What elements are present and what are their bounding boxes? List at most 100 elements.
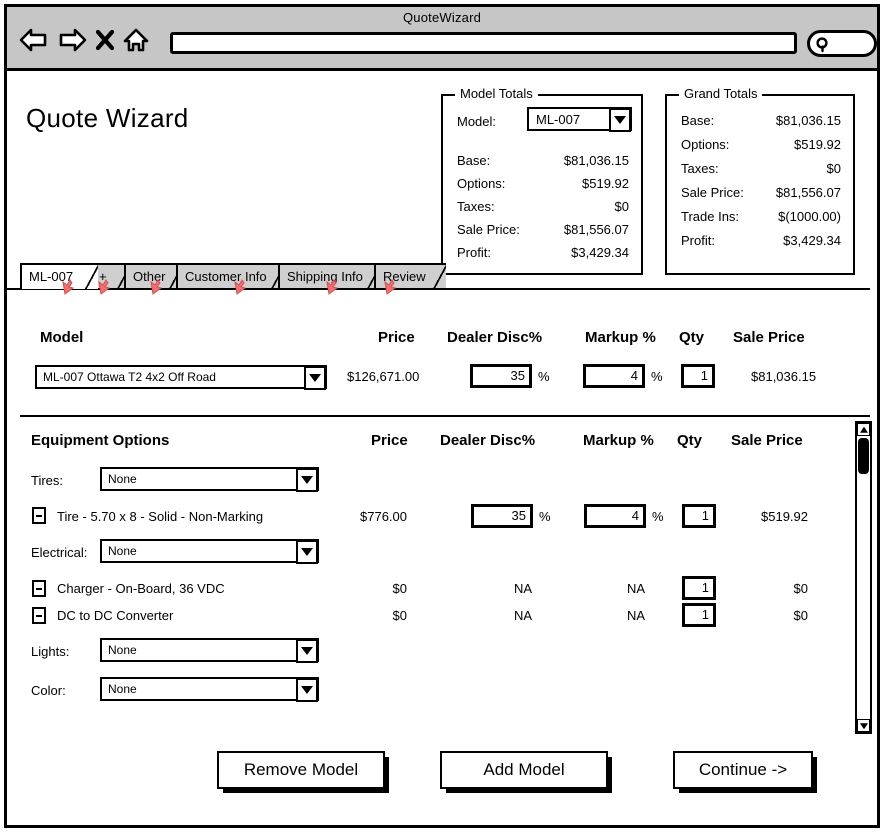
row-value: $3,429.34 — [571, 245, 629, 260]
row-label: Sale Price: — [457, 222, 520, 237]
option-price-charger: $0 — [392, 581, 407, 596]
option-markup-suffix-tire: % — [652, 509, 664, 524]
section-divider — [20, 415, 870, 417]
search-icon — [815, 36, 831, 59]
tab-ml-007[interactable]: ML-007 — [20, 263, 98, 289]
tab-review[interactable]: Review — [374, 263, 446, 289]
option-dealer-disc-suffix-tire: % — [539, 509, 551, 524]
model-select[interactable]: ML-007 — [527, 107, 632, 132]
electrical-select[interactable]: None — [100, 539, 319, 564]
tab-underline — [6, 288, 870, 290]
model-row-qty-input[interactable]: 1 — [681, 364, 715, 388]
options-col-header-markup: Markup % — [583, 432, 654, 449]
model-row-markup-suffix: % — [651, 369, 663, 384]
option-sale-price-dcdc: $0 — [793, 608, 808, 623]
options-scrollbar[interactable] — [855, 421, 872, 734]
row-value: $81,556.07 — [563, 222, 629, 237]
grand-total-row: Sale Price: $81,556.07 — [681, 185, 841, 202]
tab-other[interactable]: Other — [124, 263, 182, 289]
back-arrow-icon[interactable] — [19, 27, 49, 53]
address-bar[interactable] — [170, 32, 797, 54]
option-qty-input-dcdc[interactable]: 1 — [682, 603, 716, 627]
model-row-dealer-disc-input[interactable]: 35 — [470, 364, 532, 388]
grand-totals-panel: Grand Totals Base: $81,036.15 Options: $… — [665, 86, 855, 275]
model-row-price: $126,671.00 — [347, 369, 420, 384]
browser-search-box[interactable] — [807, 30, 877, 57]
grand-total-row: Profit: $3,429.34 — [681, 233, 841, 250]
row-label: Options: — [681, 137, 730, 152]
chevron-down-icon[interactable] — [609, 108, 631, 132]
group-label-electrical: Electrical: — [31, 545, 88, 560]
model-row-dealer-disc-value: 35 — [510, 368, 525, 383]
row-value: $519.92 — [582, 176, 629, 191]
model-row-markup-value: 4 — [630, 368, 638, 383]
model-col-header-qty: Qty — [679, 329, 705, 346]
model-col-header-dealer: Dealer Disc% — [447, 329, 543, 346]
tires-select[interactable]: None — [100, 467, 319, 492]
option-qty-value-dcdc: 1 — [701, 607, 709, 622]
scroll-up-button[interactable] — [857, 423, 870, 436]
tab-slant — [84, 265, 98, 289]
row-label: Trade Ins: — [681, 209, 740, 224]
chevron-down-icon[interactable] — [304, 366, 326, 390]
option-dealer-disc-input-tire[interactable]: 35 — [471, 504, 533, 528]
model-total-row: Sale Price: $81,556.07 — [457, 222, 629, 239]
tab-label: + — [99, 269, 107, 284]
tab-slant — [432, 265, 446, 289]
scroll-down-button[interactable] — [857, 719, 870, 732]
row-value: $81,556.07 — [775, 185, 841, 200]
grand-total-row: Options: $519.92 — [681, 137, 841, 154]
tab-label: Shipping Info — [287, 269, 363, 284]
option-qty-value-charger: 1 — [701, 580, 709, 595]
chevron-down-icon[interactable] — [296, 639, 318, 663]
group-label-lights: Lights: — [31, 644, 70, 659]
scrollbar-thumb[interactable] — [858, 438, 869, 474]
option-dealer-disc-value-tire: 35 — [511, 508, 526, 523]
home-icon[interactable] — [123, 27, 149, 53]
row-label: Profit: — [457, 245, 491, 260]
row-label: Profit: — [681, 233, 715, 248]
row-label: Base: — [681, 113, 715, 128]
option-markup-input-tire[interactable]: 4 — [584, 504, 646, 528]
stop-x-icon[interactable] — [95, 27, 115, 53]
model-total-row: Options: $519.92 — [457, 176, 629, 193]
options-col-header-dealer: Dealer Disc% — [440, 432, 536, 449]
color-select[interactable]: None — [100, 677, 319, 702]
option-checkbox-charger[interactable] — [32, 580, 46, 597]
window-title: QuoteWizard — [402, 10, 482, 25]
add-model-button[interactable]: Add Model — [440, 751, 608, 789]
option-price-tire: $776.00 — [360, 509, 407, 524]
row-value: $0 — [614, 199, 629, 214]
continue-button[interactable]: Continue -> — [673, 751, 813, 789]
row-value: $(1000.00) — [778, 209, 841, 224]
model-row-qty-value: 1 — [700, 368, 708, 383]
browser-chrome: QuoteWizard — [4, 4, 880, 71]
group-label-color: Color: — [31, 683, 66, 698]
grand-total-row: Taxes: $0 — [681, 161, 841, 178]
tab-customer-info[interactable]: Customer Info — [176, 263, 284, 289]
forward-arrow-icon[interactable] — [57, 27, 87, 53]
electrical-select-value: None — [108, 544, 137, 558]
row-label: Sale Price: — [681, 185, 744, 200]
chevron-down-icon[interactable] — [296, 678, 318, 702]
model-select-value: ML-007 — [536, 112, 581, 127]
color-select-value: None — [108, 682, 137, 696]
model-col-header-price: Price — [378, 329, 415, 346]
model-row-markup-input[interactable]: 4 — [583, 364, 645, 388]
tab-label: ML-007 — [29, 269, 74, 284]
remove-model-button[interactable]: Remove Model — [217, 751, 385, 789]
model-row-select[interactable]: ML-007 Ottawa T2 4x2 Off Road — [35, 365, 327, 390]
tab-shipping-info[interactable]: Shipping Info — [278, 263, 380, 289]
chevron-down-icon[interactable] — [296, 540, 318, 564]
chevron-down-icon[interactable] — [296, 468, 318, 492]
option-qty-input-charger[interactable]: 1 — [682, 576, 716, 600]
option-qty-input-tire[interactable]: 1 — [682, 504, 716, 528]
option-checkbox-dcdc[interactable] — [32, 607, 46, 624]
lights-select[interactable]: None — [100, 638, 319, 663]
browser-nav-icons — [19, 27, 149, 53]
option-markup-value-tire: 4 — [631, 508, 639, 523]
option-checkbox-tire[interactable] — [32, 507, 46, 524]
model-total-row: Profit: $3,429.34 — [457, 245, 629, 262]
tab-label: Other — [133, 269, 166, 284]
option-qty-value-tire: 1 — [701, 508, 709, 523]
